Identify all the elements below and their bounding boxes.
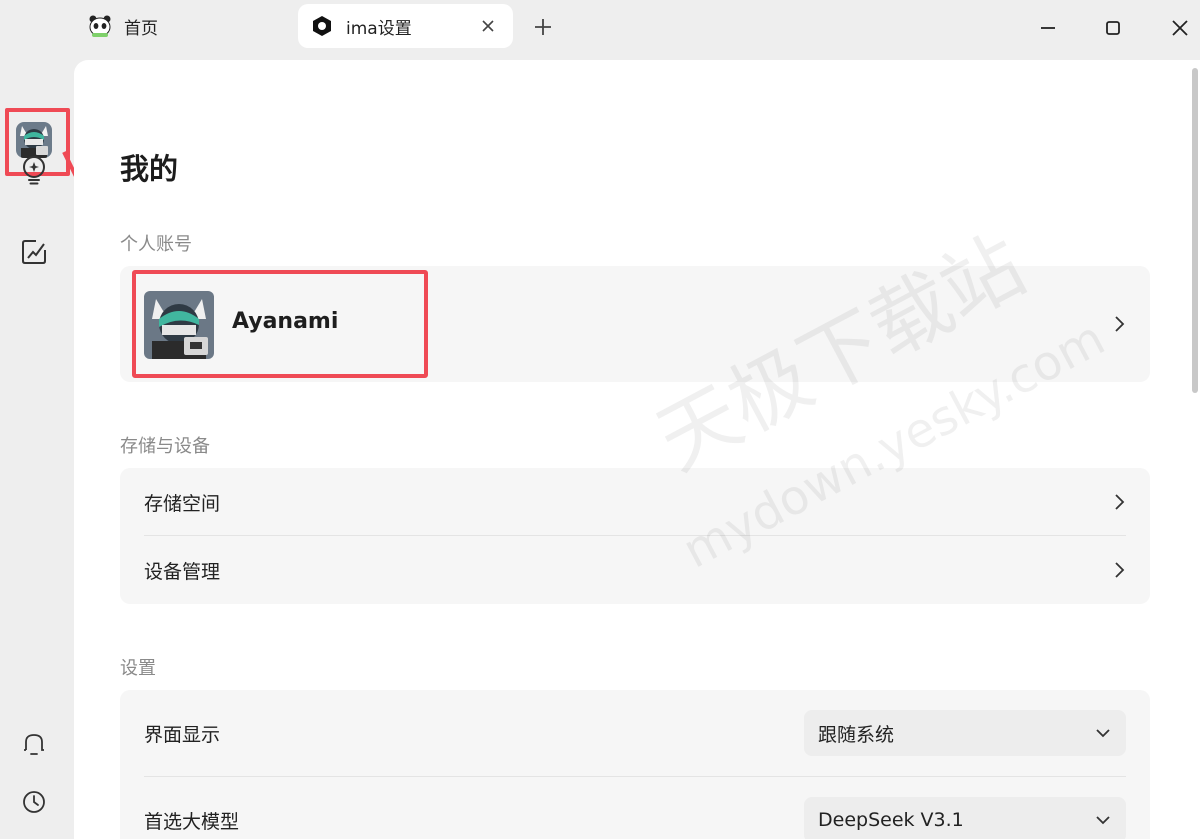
display-mode-value: 跟随系统 (818, 723, 895, 746)
sidebar (0, 56, 132, 839)
scrollbar[interactable] (1192, 68, 1198, 393)
new-tab-icon[interactable] (530, 14, 556, 40)
chevron-down-icon (1096, 816, 1110, 825)
section-settings-label: 设置 (120, 658, 156, 679)
storage-space-row[interactable]: 存储空间 (120, 468, 1150, 536)
device-management-row[interactable]: 设备管理 (120, 536, 1150, 604)
device-management-label: 设备管理 (144, 560, 221, 583)
tab-home-label: 首页 (124, 18, 158, 39)
preferred-model-row: 首选大模型 DeepSeek V3.1 (120, 777, 1150, 839)
bell-icon[interactable] (18, 728, 50, 760)
settings-panel: 我的 个人账号 Ayanami 存储与设备 存储空间 设备管理 设置 界面显示 … (74, 60, 1200, 839)
title-bar: 首页 ima设置 (0, 0, 1200, 60)
tab-ima-settings[interactable]: ima设置 (298, 4, 513, 48)
close-window-icon[interactable] (1166, 14, 1194, 42)
display-mode-row: 界面显示 跟随系统 (120, 690, 1150, 776)
preferred-model-label: 首选大模型 (144, 810, 240, 833)
storage-space-label: 存储空间 (144, 492, 221, 515)
chevron-right-icon (1110, 561, 1128, 579)
section-storage-label: 存储与设备 (120, 436, 210, 457)
close-tab-icon[interactable] (477, 15, 499, 37)
chevron-right-icon (1110, 493, 1128, 511)
maximize-icon[interactable] (1099, 14, 1127, 42)
ima-logo-icon (310, 14, 334, 38)
chart-edit-icon[interactable] (18, 236, 50, 268)
display-mode-label: 界面显示 (144, 723, 221, 746)
display-mode-select[interactable]: 跟随系统 (804, 710, 1126, 756)
preferred-model-value: DeepSeek V3.1 (818, 809, 964, 831)
tab-ima-settings-label: ima设置 (346, 18, 412, 39)
page-title: 我的 (120, 152, 179, 186)
chevron-right-icon (1110, 315, 1128, 333)
storage-card: 存储空间 设备管理 (120, 468, 1150, 604)
panda-icon (88, 14, 112, 38)
settings-card: 界面显示 跟随系统 首选大模型 DeepSeek V3.1 (120, 690, 1150, 839)
tab-home[interactable]: 首页 (84, 4, 158, 48)
history-icon[interactable] (18, 786, 50, 818)
lightbulb-icon[interactable] (18, 154, 50, 186)
minimize-icon[interactable] (1034, 14, 1062, 42)
preferred-model-select[interactable]: DeepSeek V3.1 (804, 797, 1126, 839)
section-account-label: 个人账号 (120, 234, 192, 255)
annotation-frame-account (132, 270, 428, 378)
chevron-down-icon (1096, 729, 1110, 738)
sidebar-avatar[interactable] (16, 122, 52, 158)
